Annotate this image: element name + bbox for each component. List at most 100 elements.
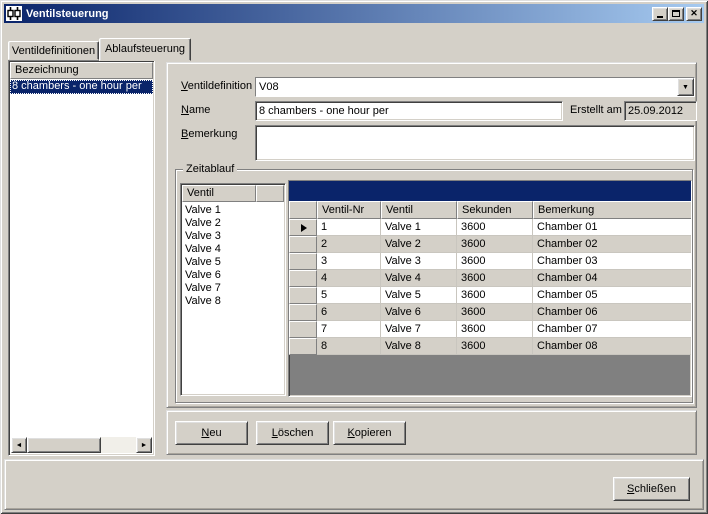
ventil-list-item[interactable]: Valve 6 bbox=[181, 269, 285, 282]
grid-row-selector[interactable] bbox=[289, 253, 317, 270]
grid-row[interactable]: 5Valve 53600Chamber 05 bbox=[289, 287, 691, 304]
grid-cell[interactable]: 7 bbox=[317, 321, 381, 338]
grid-cell[interactable]: 4 bbox=[317, 270, 381, 287]
grid-cell[interactable]: Chamber 07 bbox=[533, 321, 691, 338]
scroll-left-button[interactable]: ◄ bbox=[11, 437, 27, 453]
combo-dropdown-button[interactable]: ▼ bbox=[677, 78, 694, 96]
grid-cell[interactable]: Chamber 08 bbox=[533, 338, 691, 355]
grid-cell[interactable]: 2 bbox=[317, 236, 381, 253]
kopieren-button[interactable]: Kopieren bbox=[333, 421, 406, 445]
grid-row-selector[interactable] bbox=[289, 287, 317, 304]
grid-cell[interactable]: Valve 5 bbox=[381, 287, 457, 304]
tab-ventildefinitionen[interactable]: Ventildefinitionen bbox=[8, 41, 99, 60]
grid-cell[interactable]: 3600 bbox=[457, 219, 533, 236]
bemerkung-field[interactable] bbox=[255, 125, 695, 161]
grid-cell[interactable]: Chamber 06 bbox=[533, 304, 691, 321]
grid-row[interactable]: 4Valve 43600Chamber 04 bbox=[289, 270, 691, 287]
grid-cell[interactable]: 3600 bbox=[457, 253, 533, 270]
grid-cell[interactable]: 3 bbox=[317, 253, 381, 270]
ventildefinition-value[interactable]: V08 bbox=[256, 78, 677, 96]
scrollbar-track[interactable] bbox=[27, 437, 136, 453]
grid-cell[interactable]: 3600 bbox=[457, 270, 533, 287]
window-controls: ✕ bbox=[652, 7, 702, 21]
grid-cell[interactable]: 3600 bbox=[457, 321, 533, 338]
grid-header-row: Ventil-NrVentilSekundenBemerkung bbox=[289, 201, 691, 219]
grid-cell[interactable]: 8 bbox=[317, 338, 381, 355]
ventildefinition-combobox[interactable]: V08 ▼ bbox=[255, 77, 695, 97]
bezeichnung-listbox[interactable]: Bezeichnung 8 chambers - one hour per ◄ … bbox=[8, 60, 155, 456]
grid-column-header[interactable]: Ventil bbox=[381, 201, 457, 219]
ventil-list-item[interactable]: Valve 4 bbox=[181, 243, 285, 256]
grid-cell[interactable]: Valve 6 bbox=[381, 304, 457, 321]
grid-cell[interactable]: 5 bbox=[317, 287, 381, 304]
erstellt-am-field: 25.09.2012 bbox=[624, 101, 697, 121]
grid-row[interactable]: 6Valve 63600Chamber 06 bbox=[289, 304, 691, 321]
tab-ablaufsteuerung[interactable]: Ablaufsteuerung bbox=[99, 38, 191, 61]
grid-row-selector[interactable] bbox=[289, 236, 317, 253]
grid-cell[interactable]: Chamber 02 bbox=[533, 236, 691, 253]
grid-cell[interactable]: Chamber 04 bbox=[533, 270, 691, 287]
erstellt-am-label: Erstellt am bbox=[570, 104, 622, 117]
grid-column-header[interactable]: Ventil-Nr bbox=[317, 201, 381, 219]
grid-cell[interactable]: Valve 2 bbox=[381, 236, 457, 253]
grid-row-selector[interactable] bbox=[289, 270, 317, 287]
window-title: Ventilsteuerung bbox=[26, 8, 652, 20]
ventil-list-item[interactable]: Valve 8 bbox=[181, 295, 285, 308]
grid-row[interactable]: 2Valve 23600Chamber 02 bbox=[289, 236, 691, 253]
titlebar[interactable]: Ventilsteuerung ✕ bbox=[4, 4, 704, 23]
ventil-list-item[interactable]: Valve 1 bbox=[181, 204, 285, 217]
grid-row[interactable]: 8Valve 83600Chamber 08 bbox=[289, 338, 691, 355]
grid-cell[interactable]: 3600 bbox=[457, 304, 533, 321]
ventil-list-item[interactable]: Valve 5 bbox=[181, 256, 285, 269]
grid-cell[interactable]: Valve 4 bbox=[381, 270, 457, 287]
grid-cell[interactable]: 3600 bbox=[457, 287, 533, 304]
grid-row-selector[interactable] bbox=[289, 304, 317, 321]
grid-cell[interactable]: Valve 3 bbox=[381, 253, 457, 270]
ventil-listbox[interactable]: Ventil Valve 1Valve 2Valve 3Valve 4Valve… bbox=[180, 183, 286, 396]
neu-button[interactable]: Neu bbox=[175, 421, 248, 445]
ventil-list-item[interactable]: Valve 7 bbox=[181, 282, 285, 295]
bemerkung-label: Bemerkung bbox=[181, 128, 237, 141]
grid-column-header[interactable]: Sekunden bbox=[457, 201, 533, 219]
zeitablauf-group-label: Zeitablauf bbox=[183, 163, 237, 176]
grid-cell[interactable]: Valve 7 bbox=[381, 321, 457, 338]
grid-column-header[interactable]: Bemerkung bbox=[533, 201, 691, 219]
grid-row[interactable]: 1Valve 13600Chamber 01 bbox=[289, 219, 691, 236]
grid-cell[interactable]: Valve 8 bbox=[381, 338, 457, 355]
grid-cell[interactable]: Chamber 01 bbox=[533, 219, 691, 236]
ventil-column-header-spacer bbox=[256, 185, 284, 202]
minimize-button[interactable] bbox=[652, 7, 668, 21]
ventil-list-item[interactable]: Valve 2 bbox=[181, 217, 285, 230]
grid-cell[interactable]: 3600 bbox=[457, 338, 533, 355]
grid-cell[interactable]: 6 bbox=[317, 304, 381, 321]
grid-cell[interactable]: Valve 1 bbox=[381, 219, 457, 236]
name-field[interactable]: 8 chambers - one hour per bbox=[255, 101, 563, 121]
bezeichnung-list-item[interactable]: 8 chambers - one hour per bbox=[10, 80, 153, 94]
scrollbar-thumb[interactable] bbox=[27, 437, 101, 453]
grid-row[interactable]: 3Valve 33600Chamber 03 bbox=[289, 253, 691, 270]
grid-row-selector[interactable] bbox=[289, 219, 317, 236]
action-button-bar: Neu Löschen Kopieren bbox=[166, 410, 697, 455]
horizontal-scrollbar[interactable]: ◄ ► bbox=[11, 437, 152, 453]
grid-row-selector[interactable] bbox=[289, 338, 317, 355]
chevron-down-icon: ▼ bbox=[682, 84, 689, 91]
valve-app-icon bbox=[6, 6, 22, 21]
loeschen-button[interactable]: Löschen bbox=[256, 421, 329, 445]
grid-cell[interactable]: Chamber 03 bbox=[533, 253, 691, 270]
scroll-right-button[interactable]: ► bbox=[136, 437, 152, 453]
close-button[interactable]: ✕ bbox=[686, 7, 702, 21]
grid-row-selector[interactable] bbox=[289, 321, 317, 338]
maximize-button[interactable] bbox=[668, 7, 684, 21]
zeitablauf-grid[interactable]: Ventil-NrVentilSekundenBemerkung 1Valve … bbox=[288, 180, 692, 397]
ventil-list-item[interactable]: Valve 3 bbox=[181, 230, 285, 243]
schliessen-button[interactable]: Schließen bbox=[613, 477, 690, 501]
grid-cell[interactable]: Chamber 05 bbox=[533, 287, 691, 304]
maximize-icon bbox=[672, 10, 680, 17]
bezeichnung-column-header[interactable]: Bezeichnung bbox=[10, 62, 153, 79]
grid-cell[interactable]: 1 bbox=[317, 219, 381, 236]
ventilsteuerung-window: Ventilsteuerung ✕ Ventildefinitionen Abl… bbox=[0, 0, 708, 514]
ventil-column-header[interactable]: Ventil bbox=[182, 185, 256, 202]
current-row-arrow-icon bbox=[301, 224, 307, 232]
grid-cell[interactable]: 3600 bbox=[457, 236, 533, 253]
grid-row[interactable]: 7Valve 73600Chamber 07 bbox=[289, 321, 691, 338]
